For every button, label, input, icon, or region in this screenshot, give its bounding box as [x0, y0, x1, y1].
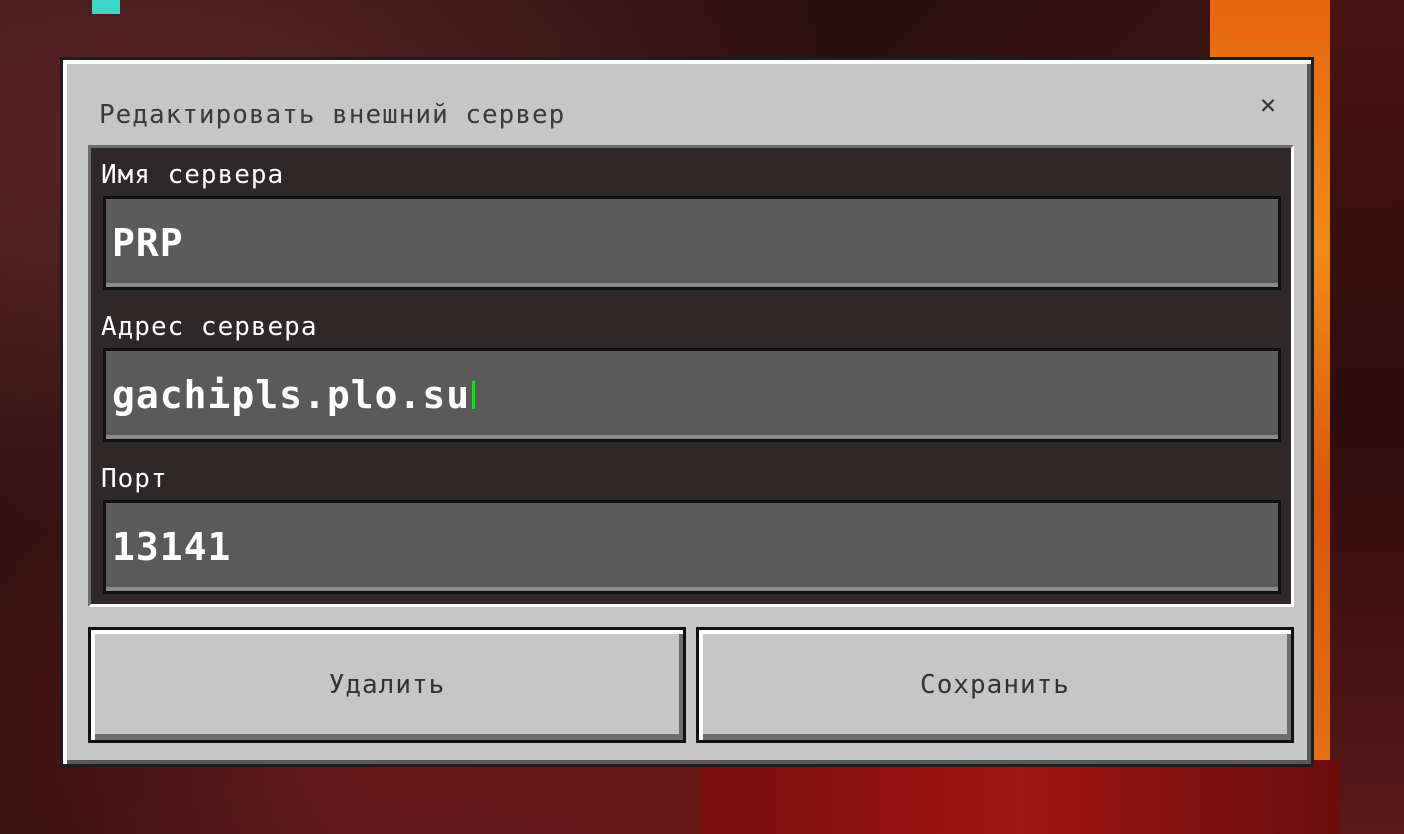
background-netherrack-right — [1330, 0, 1404, 834]
close-icon[interactable]: × — [1253, 90, 1283, 120]
server-address-input[interactable]: gachipls.plo.su — [103, 348, 1281, 442]
save-button-label: Сохранить — [920, 670, 1070, 700]
edit-server-dialog: Редактировать внешний сервер × Имя серве… — [60, 57, 1314, 767]
text-cursor — [472, 381, 476, 409]
server-address-value: gachipls.plo.su — [112, 373, 471, 417]
port-input[interactable]: 13141 — [103, 500, 1281, 594]
save-button[interactable]: Сохранить — [696, 627, 1294, 743]
dialog-title: Редактировать внешний сервер — [99, 100, 566, 130]
server-address-label: Адрес сервера — [101, 312, 318, 342]
server-name-label: Имя сервера — [101, 160, 285, 190]
delete-button[interactable]: Удалить — [88, 627, 686, 743]
delete-button-label: Удалить — [328, 670, 446, 700]
server-name-value: PRP — [112, 221, 184, 265]
server-form: Имя сервера PRP Адрес сервера gachipls.p… — [88, 145, 1294, 607]
background-netherrack-bottom — [700, 760, 1340, 834]
port-value: 13141 — [112, 525, 232, 569]
background-diamond-ore — [92, 0, 120, 14]
port-label: Порт — [101, 464, 168, 494]
server-name-input[interactable]: PRP — [103, 196, 1281, 290]
